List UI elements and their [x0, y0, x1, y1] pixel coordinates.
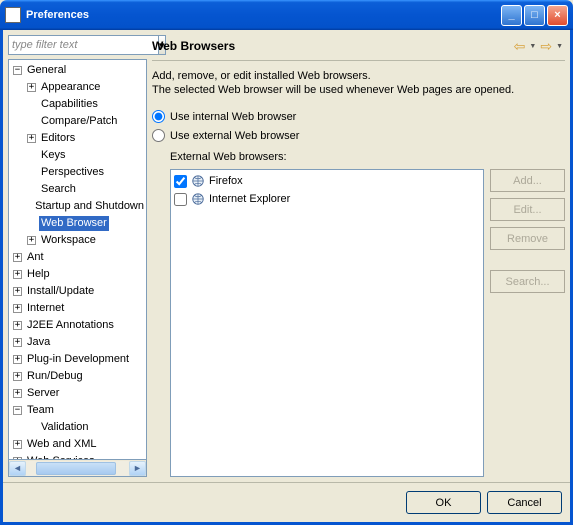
expand-icon[interactable]: + [13, 304, 22, 313]
divider [152, 60, 565, 61]
tree-item-webxml[interactable]: +Web and XML [9, 436, 146, 453]
browser-item-firefox[interactable]: Firefox [173, 172, 481, 190]
expand-icon[interactable]: + [13, 372, 22, 381]
globe-icon [190, 191, 206, 207]
tree-item-perspectives[interactable]: Perspectives [9, 164, 146, 181]
expand-icon[interactable]: + [13, 321, 22, 330]
nav-forward-icon[interactable]: ⇨ [540, 38, 552, 55]
expand-icon[interactable]: + [13, 270, 22, 279]
tree-item-ant[interactable]: +Ant [9, 249, 146, 266]
expand-icon[interactable]: + [13, 440, 22, 449]
window-title: Preferences [26, 9, 89, 21]
tree-item-install[interactable]: +Install/Update [9, 283, 146, 300]
expand-icon[interactable]: + [27, 83, 36, 92]
horizontal-scrollbar[interactable]: ◄ ► [8, 460, 147, 477]
add-button[interactable]: Add... [490, 169, 565, 192]
filter-input[interactable] [8, 35, 159, 55]
tree-item-capabilities[interactable]: Capabilities [9, 96, 146, 113]
tree-item-general[interactable]: −General [9, 62, 146, 79]
titlebar: Preferences _ □ × [0, 0, 573, 30]
maximize-button[interactable]: □ [524, 5, 545, 26]
expand-icon[interactable]: + [13, 389, 22, 398]
expand-icon[interactable]: + [13, 287, 22, 296]
ok-button[interactable]: OK [406, 491, 481, 514]
nav-back-icon[interactable]: ⇦ [514, 38, 526, 55]
radio-internal[interactable]: Use internal Web browser [152, 110, 565, 123]
chevron-down-icon[interactable]: ▼ [529, 43, 536, 50]
browser-list[interactable]: Firefox Internet Explorer [170, 169, 484, 477]
app-icon [5, 7, 21, 23]
tree-item-rundebug[interactable]: +Run/Debug [9, 368, 146, 385]
tree-item-appearance[interactable]: +Appearance [9, 79, 146, 96]
expand-icon[interactable]: + [13, 338, 22, 347]
collapse-icon[interactable]: − [13, 406, 22, 415]
remove-button[interactable]: Remove [490, 227, 565, 250]
tree-item-search[interactable]: Search [9, 181, 146, 198]
tree-item-internet[interactable]: +Internet [9, 300, 146, 317]
edit-button[interactable]: Edit... [490, 198, 565, 221]
search-button[interactable]: Search... [490, 270, 565, 293]
browser-item-ie[interactable]: Internet Explorer [173, 190, 481, 208]
radio-internal-input[interactable] [152, 110, 165, 123]
expand-icon[interactable]: + [13, 355, 22, 364]
scroll-thumb[interactable] [36, 462, 116, 475]
expand-icon[interactable]: + [13, 253, 22, 262]
browser-checkbox-firefox[interactable] [174, 175, 187, 188]
tree-item-workspace[interactable]: +Workspace [9, 232, 146, 249]
expand-icon[interactable]: + [27, 236, 36, 245]
globe-icon [190, 173, 206, 189]
scroll-right-icon[interactable]: ► [129, 461, 146, 476]
preferences-tree[interactable]: −General +Appearance Capabilities Compar… [8, 59, 147, 460]
tree-item-webservices[interactable]: +Web Services [9, 453, 146, 460]
browser-checkbox-ie[interactable] [174, 193, 187, 206]
expand-icon[interactable]: + [27, 134, 36, 143]
tree-item-j2ee[interactable]: +J2EE Annotations [9, 317, 146, 334]
cancel-button[interactable]: Cancel [487, 491, 562, 514]
description: Add, remove, or edit installed Web brows… [152, 69, 565, 97]
radio-external-input[interactable] [152, 129, 165, 142]
tree-item-help[interactable]: +Help [9, 266, 146, 283]
tree-item-compare[interactable]: Compare/Patch [9, 113, 146, 130]
radio-external[interactable]: Use external Web browser [152, 129, 565, 142]
tree-item-java[interactable]: +Java [9, 334, 146, 351]
scroll-left-icon[interactable]: ◄ [9, 461, 26, 476]
tree-item-plugin[interactable]: +Plug-in Development [9, 351, 146, 368]
tree-item-keys[interactable]: Keys [9, 147, 146, 164]
tree-item-server[interactable]: +Server [9, 385, 146, 402]
tree-item-team[interactable]: −Team [9, 402, 146, 419]
collapse-icon[interactable]: − [13, 66, 22, 75]
tree-item-web-browser[interactable]: Web Browser [9, 215, 146, 232]
close-button[interactable]: × [547, 5, 568, 26]
minimize-button[interactable]: _ [501, 5, 522, 26]
external-browsers-label: External Web browsers: [170, 151, 565, 163]
tree-item-editors[interactable]: +Editors [9, 130, 146, 147]
page-heading: Web Browsers [152, 39, 514, 53]
chevron-down-icon[interactable]: ▼ [556, 43, 563, 50]
tree-item-startup[interactable]: Startup and Shutdown [9, 198, 146, 215]
tree-item-validation[interactable]: Validation [9, 419, 146, 436]
